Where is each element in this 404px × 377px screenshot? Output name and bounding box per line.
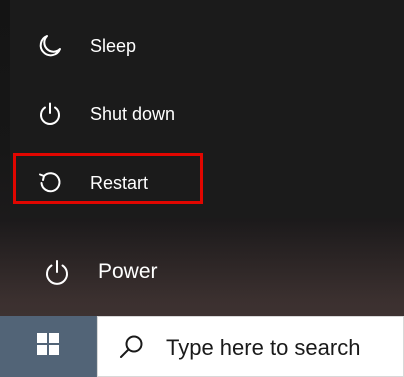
moon-icon xyxy=(36,32,64,60)
taskbar-search-box[interactable]: Type here to search xyxy=(97,316,404,377)
start-menu: Sleep Shut down Restart Power xyxy=(0,0,404,316)
start-button[interactable] xyxy=(0,316,96,377)
shut-down-label: Shut down xyxy=(90,103,176,124)
windows-logo-icon xyxy=(36,332,60,361)
power-label: Power xyxy=(98,260,158,283)
taskbar: Type here to search xyxy=(0,316,404,377)
power-icon xyxy=(40,256,74,290)
shut-down-option[interactable]: Shut down xyxy=(10,84,404,144)
power-button[interactable]: Power xyxy=(0,244,404,302)
search-icon xyxy=(118,333,146,361)
restart-highlight-box xyxy=(13,153,203,204)
sleep-label: Sleep xyxy=(90,35,137,56)
power-icon xyxy=(36,100,64,128)
search-placeholder: Type here to search xyxy=(166,335,361,360)
sleep-option[interactable]: Sleep xyxy=(10,16,404,76)
